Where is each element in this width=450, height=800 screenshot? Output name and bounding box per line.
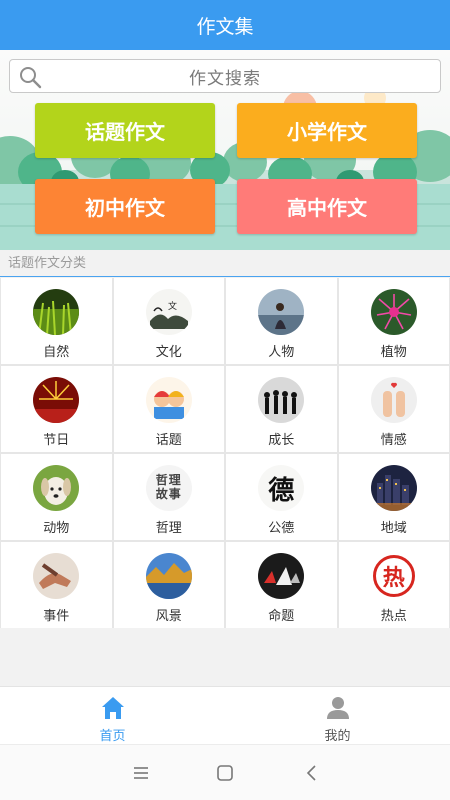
hands-photo-icon <box>33 553 80 599</box>
topic-item-plants[interactable]: 植物 <box>338 278 449 364</box>
svg-text:文: 文 <box>168 300 177 312</box>
topic-essay-label: 话题作文 <box>85 120 165 144</box>
topic-label: 命题 <box>268 609 295 624</box>
topic-label: 热点 <box>380 609 407 624</box>
topic-essay-button[interactable]: 话题作文 <box>35 103 215 158</box>
topic-item-culture[interactable]: 文 文化 <box>113 278 224 364</box>
high-school-essay-label: 高中作文 <box>287 196 367 220</box>
city-night-photo-icon <box>370 465 417 511</box>
section-title: 话题作文分类 <box>8 256 87 271</box>
topic-item-public-morality[interactable]: 德 公德 <box>226 454 337 540</box>
section-divider <box>0 276 450 277</box>
topic-item-festival[interactable]: 节日 <box>1 366 112 452</box>
tab-home[interactable]: 首页 <box>0 687 225 744</box>
topic-grid: 自然 文 文化 人物 植物 节日 话题 成长 情感 动物 哲理 故事 哲理 德 … <box>0 278 450 628</box>
topic-item-topic[interactable]: 话题 <box>113 366 224 452</box>
search-bar[interactable]: 作文搜索 <box>9 59 441 93</box>
person-by-water-photo-icon <box>258 289 305 335</box>
topic-item-philosophy[interactable]: 哲理 故事 哲理 <box>113 454 224 540</box>
search-icon <box>20 67 42 89</box>
topic-label: 地域 <box>380 521 407 536</box>
topic-label: 自然 <box>43 345 70 360</box>
silhouettes-photo-icon <box>258 377 305 423</box>
lake-landscape-photo-icon <box>145 553 192 599</box>
topic-item-nature[interactable]: 自然 <box>1 278 112 364</box>
topic-item-proposition[interactable]: 命题 <box>226 542 337 628</box>
ink-landscape-photo-icon: 文 <box>145 289 192 335</box>
topic-item-events[interactable]: 事件 <box>1 542 112 628</box>
grass-photo-icon <box>33 289 80 335</box>
bottom-tab-bar: 首页 我的 <box>0 686 450 744</box>
topic-label: 公德 <box>268 521 295 536</box>
system-nav-bar <box>0 744 450 800</box>
middle-school-essay-button[interactable]: 初中作文 <box>35 179 215 234</box>
cartoon-kids-photo-icon <box>145 377 192 423</box>
topic-item-growth[interactable]: 成长 <box>226 366 337 452</box>
primary-school-essay-label: 小学作文 <box>287 120 367 144</box>
calligraphy-glyph: 德 <box>268 475 295 506</box>
topic-label: 植物 <box>380 345 407 360</box>
topic-label: 成长 <box>268 433 295 448</box>
topic-item-emotion[interactable]: 情感 <box>338 366 449 452</box>
philosophy-caption-line-1: 哲理 <box>155 473 182 488</box>
hot-stamp-image-icon: 热 <box>370 553 417 599</box>
title-bar: 作文集 <box>0 0 450 50</box>
finger-couple-photo-icon <box>370 377 417 423</box>
philosophy-text-image-icon: 哲理 故事 <box>145 465 192 511</box>
calligraphy-de-image-icon: 德 <box>258 465 305 511</box>
puppy-photo-icon <box>33 465 80 511</box>
topic-item-region[interactable]: 地域 <box>338 454 449 540</box>
user-icon <box>326 697 349 719</box>
home-square-icon[interactable] <box>213 761 237 785</box>
tab-home-label: 首页 <box>99 729 126 744</box>
topic-label: 风景 <box>155 609 182 624</box>
topic-item-scenery[interactable]: 风景 <box>113 542 224 628</box>
pink-flower-photo-icon <box>370 289 417 335</box>
topic-label: 文化 <box>155 345 182 360</box>
search-placeholder: 作文搜索 <box>189 68 261 89</box>
back-icon[interactable] <box>300 761 324 785</box>
topic-label: 情感 <box>380 433 407 448</box>
philosophy-caption-line-2: 故事 <box>155 487 182 501</box>
topic-label: 话题 <box>155 433 182 448</box>
home-icon <box>101 697 124 719</box>
topic-label: 节日 <box>43 433 70 448</box>
hot-stamp-glyph: 热 <box>382 566 405 591</box>
topic-label: 事件 <box>43 609 70 624</box>
topic-item-people[interactable]: 人物 <box>226 278 337 364</box>
topic-item-animals[interactable]: 动物 <box>1 454 112 540</box>
menu-icon[interactable] <box>129 761 153 785</box>
primary-school-essay-button[interactable]: 小学作文 <box>237 103 417 158</box>
tab-mine-label: 我的 <box>324 729 351 744</box>
high-school-essay-button[interactable]: 高中作文 <box>237 179 417 234</box>
middle-school-essay-label: 初中作文 <box>85 196 165 220</box>
topic-label: 哲理 <box>155 521 182 536</box>
topic-label: 动物 <box>43 521 70 536</box>
page-title: 作文集 <box>196 15 254 38</box>
fireworks-photo-icon <box>33 377 80 423</box>
topic-label: 人物 <box>268 345 295 360</box>
topic-item-hot-topics[interactable]: 热 热点 <box>338 542 449 628</box>
paper-boats-photo-icon <box>258 553 305 599</box>
hero-banner: 作文搜索 话题作文 小学作文 初中作文 高中作文 <box>0 50 450 250</box>
tab-mine[interactable]: 我的 <box>225 687 450 744</box>
